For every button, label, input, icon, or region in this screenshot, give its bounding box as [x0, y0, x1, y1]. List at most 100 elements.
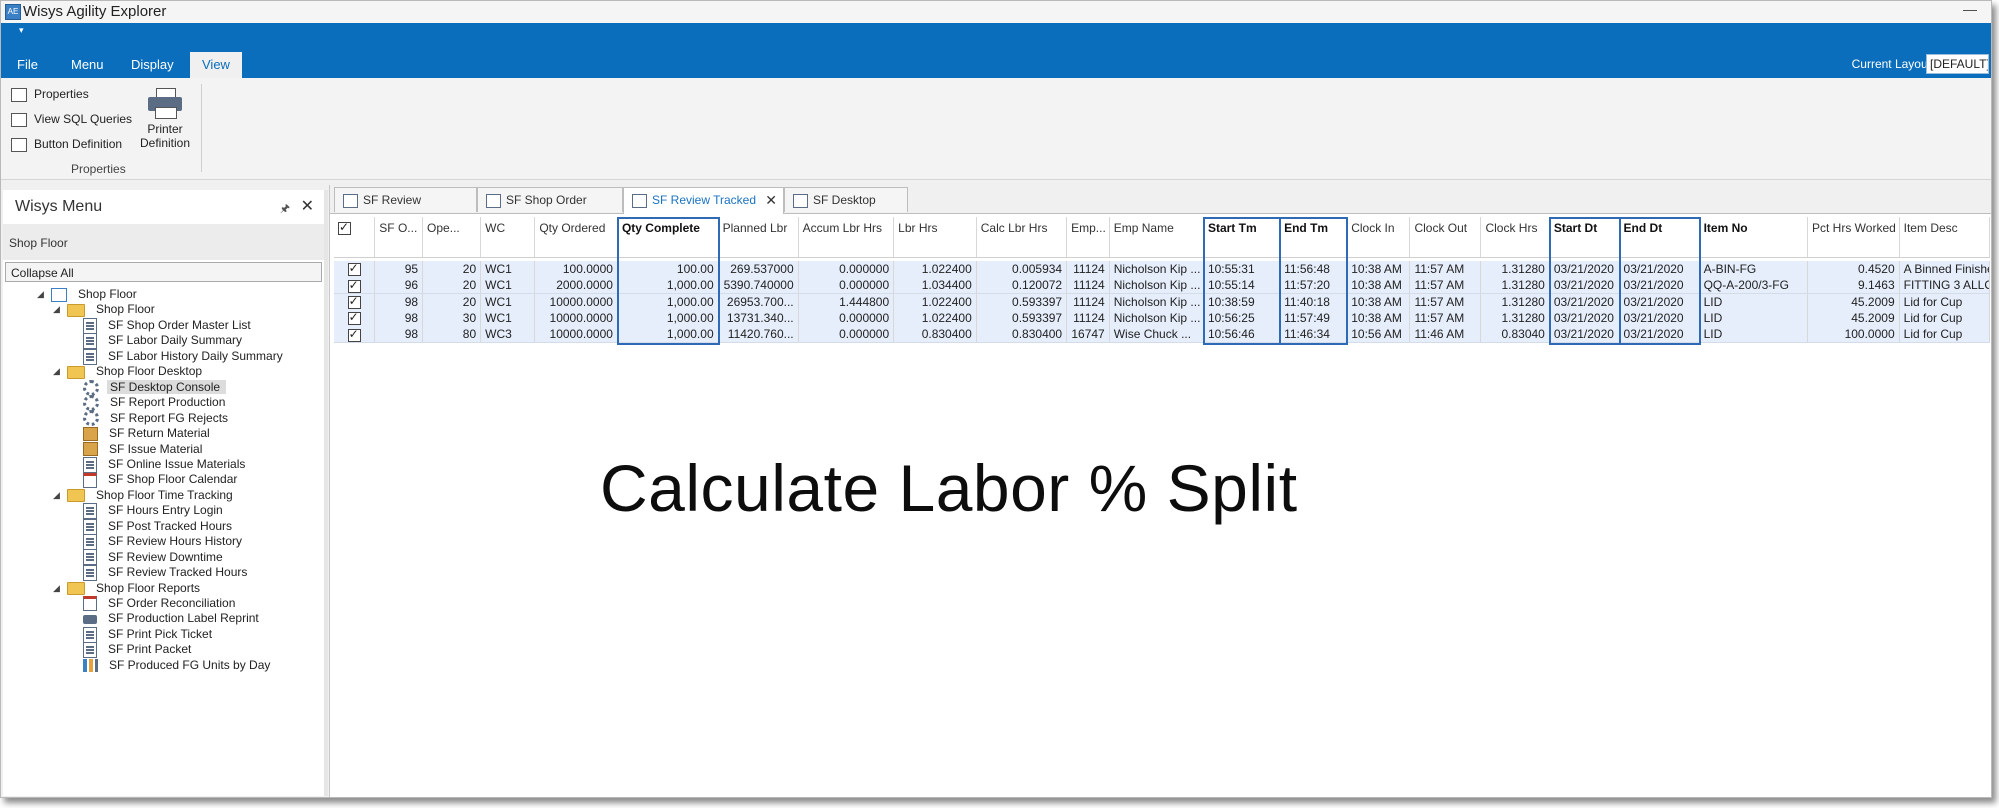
row-checkbox[interactable]: [347, 294, 361, 309]
tab-close-icon[interactable]: ✕: [765, 188, 777, 213]
printer-icon: [148, 88, 182, 119]
column-header[interactable]: Emp...: [1067, 217, 1110, 239]
filter-cell[interactable]: [1347, 239, 1411, 257]
collapse-all-button[interactable]: Collapse All: [5, 262, 322, 282]
filter-cell[interactable]: [719, 239, 799, 257]
printer-definition-button[interactable]: Printer Definition: [133, 88, 197, 150]
properties-button[interactable]: Properties: [11, 84, 89, 104]
table-row[interactable]: 9520WC1100.0000100.00269.5370000.0000001…: [334, 261, 1990, 278]
pin-icon[interactable]: 🖈: [280, 200, 290, 219]
table-row[interactable]: 9620WC12000.00001,000.005390.7400000.000…: [334, 277, 1990, 295]
table-cell: 0.000000: [799, 309, 895, 326]
table-cell: 11:57 AM: [1410, 309, 1482, 326]
filter-cell[interactable]: [1900, 239, 1990, 257]
column-header[interactable]: End Dt: [1620, 217, 1700, 239]
column-header[interactable]: Lbr Hrs: [894, 217, 977, 239]
filter-cell[interactable]: [1550, 239, 1620, 257]
column-header[interactable]: Emp Name: [1110, 217, 1204, 239]
column-header[interactable]: Calc Lbr Hrs: [977, 217, 1068, 239]
filter-cell[interactable]: [1700, 239, 1808, 257]
ribbon-tab-display[interactable]: Display: [119, 52, 186, 78]
column-header-label: Pct Hrs Worked: [1812, 221, 1896, 235]
table-row[interactable]: 9820WC110000.00001,000.0026953.700...1.4…: [334, 293, 1990, 311]
splitter[interactable]: [324, 190, 328, 796]
column-header[interactable]: Item No: [1700, 217, 1808, 239]
column-header[interactable]: Pct Hrs Worked: [1808, 217, 1900, 239]
filter-cell[interactable]: [1410, 239, 1482, 257]
column-header[interactable]: Accum Lbr Hrs: [799, 217, 895, 239]
table-cell: 11:57:20: [1280, 277, 1348, 294]
table-cell: A-BIN-FG: [1700, 261, 1808, 277]
filter-cell[interactable]: [1620, 239, 1700, 257]
column-header[interactable]: WC: [481, 217, 536, 239]
breadcrumb-label: Shop Floor: [9, 236, 68, 250]
row-checkbox[interactable]: [347, 326, 361, 342]
row-checkbox[interactable]: [347, 277, 361, 293]
column-header[interactable]: End Tm: [1280, 217, 1348, 239]
filter-cell[interactable]: [1280, 239, 1348, 257]
filter-cell[interactable]: [334, 239, 376, 257]
filter-cell[interactable]: [1808, 239, 1900, 257]
select-all-checkbox[interactable]: [338, 219, 351, 236]
filter-cell[interactable]: [618, 239, 719, 257]
table-cell: 1.444800: [799, 293, 895, 310]
expand-arrow-icon[interactable]: ◢: [53, 299, 60, 319]
ribbon-tab-menu[interactable]: Menu: [59, 52, 116, 78]
table-cell: 11:56:48: [1280, 261, 1348, 277]
filter-cell[interactable]: [481, 239, 536, 257]
document-search-icon: [632, 194, 647, 208]
table-row[interactable]: 9880WC310000.00001,000.0011420.760...0.0…: [334, 326, 1990, 344]
table-cell: 10:55:31: [1204, 261, 1281, 277]
ribbon-tab-view[interactable]: View: [190, 52, 242, 78]
column-header[interactable]: [334, 217, 376, 239]
column-header[interactable]: SF O...▲: [375, 217, 424, 239]
column-header[interactable]: Clock In: [1347, 217, 1411, 239]
filter-cell[interactable]: [977, 239, 1068, 257]
row-checkbox[interactable]: [347, 261, 361, 277]
table-cell: QQ-A-200/3-FG: [1700, 277, 1808, 294]
filter-cell[interactable]: [375, 239, 424, 257]
column-header[interactable]: Start Dt: [1550, 217, 1620, 239]
column-header-label: Ope...: [427, 221, 460, 235]
table-cell: Lid for Cup: [1900, 309, 1990, 326]
column-header[interactable]: Item Desc: [1900, 217, 1990, 239]
expand-arrow-icon[interactable]: ◢: [53, 578, 60, 598]
filter-cell[interactable]: [894, 239, 977, 257]
filter-cell[interactable]: [1204, 239, 1281, 257]
filter-cell[interactable]: [799, 239, 895, 257]
column-header[interactable]: Clock Out: [1410, 217, 1482, 239]
expand-arrow-icon[interactable]: ◢: [53, 361, 60, 381]
filter-cell[interactable]: [1110, 239, 1204, 257]
close-icon[interactable]: ✕: [301, 196, 314, 216]
tab-sf-review-tracked-hours-1[interactable]: SF Review Tracked Hours: [334, 187, 477, 232]
tab-sf-review-tracked-hours-active[interactable]: SF Review Tracked Hours✕: [623, 187, 784, 232]
table-cell: 45.2009: [1808, 309, 1900, 326]
table-cell: A Binned Finishe: [1900, 261, 1990, 277]
tab-sf-shop-order-master-list[interactable]: SF Shop Order Master List: [477, 187, 623, 232]
filter-cell[interactable]: [1067, 239, 1110, 257]
column-header[interactable]: Start Tm: [1204, 217, 1281, 239]
quick-access-dropdown-icon[interactable]: ▾: [19, 25, 24, 36]
column-header[interactable]: Qty Ordered: [535, 217, 618, 239]
expand-arrow-icon[interactable]: ◢: [37, 284, 44, 304]
minimize-button[interactable]: —: [1963, 1, 1977, 17]
filter-cell[interactable]: [423, 239, 482, 257]
ribbon-tab-file[interactable]: File: [5, 52, 50, 78]
table-row[interactable]: 9830WC110000.00001,000.0013731.340...0.0…: [334, 309, 1990, 327]
filter-cell[interactable]: [535, 239, 618, 257]
table-cell: 10:56 AM: [1347, 326, 1411, 343]
row-checkbox[interactable]: [347, 310, 361, 326]
sidebar-item[interactable]: SF Produced FG Units by Day: [83, 655, 270, 675]
table-cell: 11:46 AM: [1410, 326, 1482, 343]
column-header[interactable]: Planned Lbr: [719, 217, 799, 239]
column-header[interactable]: Qty Complete: [618, 217, 719, 239]
button-definition-button[interactable]: Button Definition: [11, 134, 122, 154]
expand-arrow-icon[interactable]: ◢: [53, 485, 60, 505]
filter-cell[interactable]: [1481, 239, 1550, 257]
current-layout-select[interactable]: [DEFAULT]: [1926, 54, 1989, 74]
column-header[interactable]: Ope...: [423, 217, 482, 239]
column-header[interactable]: Clock Hrs: [1481, 217, 1550, 239]
table-cell: 95: [375, 261, 424, 277]
view-sql-queries-button[interactable]: View SQL Queries: [11, 109, 132, 129]
tab-sf-desktop-console[interactable]: SF Desktop Console: [784, 187, 908, 232]
